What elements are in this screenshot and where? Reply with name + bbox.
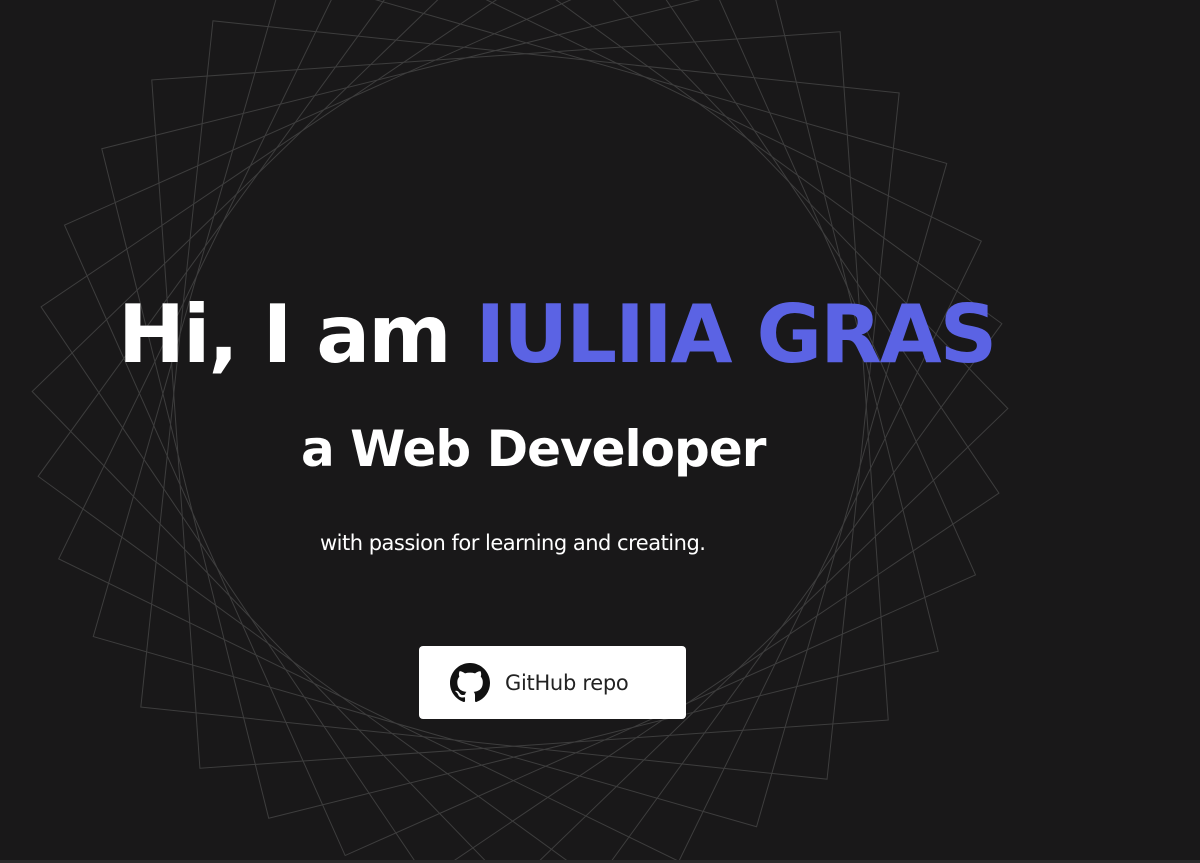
developer-name: IULIIA GRAS <box>475 288 997 381</box>
github-icon <box>450 662 490 702</box>
github-repo-button[interactable]: GitHub repo <box>419 646 686 719</box>
github-button-label: GitHub repo <box>505 670 629 695</box>
hero-section: Hi, I am IULIIA GRAS a Web Developer wit… <box>0 0 1200 863</box>
page-title: Hi, I am IULIIA GRAS <box>118 287 997 383</box>
role-subtitle: a Web Developer <box>301 420 766 478</box>
tagline: with passion for learning and creating. <box>320 531 706 555</box>
greeting-text: Hi, I am <box>118 288 452 381</box>
